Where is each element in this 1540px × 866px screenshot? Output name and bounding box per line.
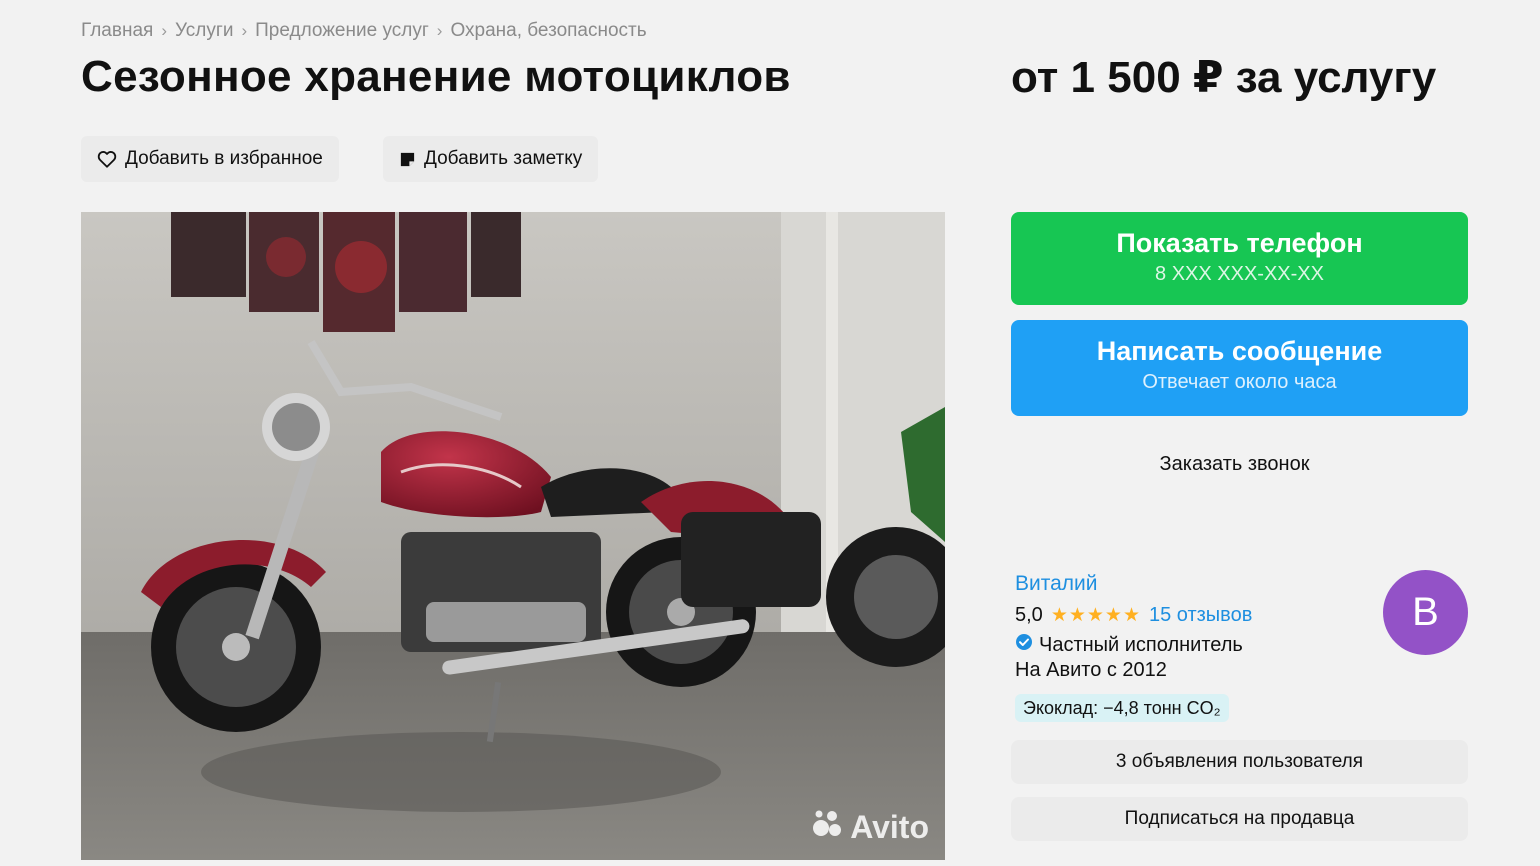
note-icon: [399, 151, 416, 168]
breadcrumb-services[interactable]: Услуги: [175, 20, 233, 42]
motorcycle-photo-image: [81, 212, 945, 860]
breadcrumb-separator: ›: [241, 21, 248, 40]
breadcrumb-service-offers[interactable]: Предложение услуг: [255, 20, 429, 42]
breadcrumb-security[interactable]: Охрана, безопасность: [450, 20, 646, 42]
masked-phone-number: 8 XXX XXX-XX-XX: [1155, 263, 1324, 285]
add-note-button[interactable]: Добавить заметку: [383, 136, 599, 182]
response-time-label: Отвечает около часа: [1142, 371, 1337, 393]
breadcrumb: Главная › Услуги › Предложение услуг › О…: [81, 20, 647, 42]
rating-value: 5,0: [1015, 604, 1043, 626]
seller-name-link[interactable]: Виталий: [1015, 572, 1098, 596]
add-note-label: Добавить заметку: [424, 148, 583, 169]
subscribe-seller-button[interactable]: Подписаться на продавца: [1011, 797, 1468, 841]
request-callback-button[interactable]: Заказать звонок: [1011, 453, 1458, 476]
breadcrumb-separator: ›: [436, 21, 443, 40]
listing-photo[interactable]: Avito: [81, 212, 945, 860]
show-phone-button[interactable]: Показать телефон 8 XXX XXX-XX-XX: [1011, 212, 1468, 305]
avito-watermark: Avito: [810, 808, 929, 846]
write-message-label: Написать сообщение: [1096, 336, 1383, 366]
seller-type-label: Частный исполнитель: [1039, 633, 1243, 656]
seller-since: На Авито с 2012: [1015, 659, 1167, 681]
avito-logo-icon: [810, 808, 844, 846]
heart-icon: [97, 150, 117, 168]
show-phone-label: Показать телефон: [1116, 228, 1363, 258]
seller-type: Частный исполнитель: [1015, 633, 1243, 657]
rating-stars-icon: ★★★★★: [1050, 605, 1141, 626]
price: от 1 500 ₽ за услугу: [1011, 53, 1437, 102]
seller-rating: 5,0 ★★★★★ 15 отзывов: [1015, 604, 1252, 627]
verified-badge-icon: [1015, 633, 1033, 657]
eco-contribution-badge[interactable]: Экоклад: −4,8 тонн CO₂: [1015, 694, 1229, 722]
page-title: Сезонное хранение мотоциклов: [81, 52, 791, 101]
reviews-link[interactable]: 15 отзывов: [1149, 604, 1252, 627]
breadcrumb-home[interactable]: Главная: [81, 20, 153, 42]
breadcrumb-separator: ›: [161, 21, 167, 40]
add-to-favorites-button[interactable]: Добавить в избранное: [81, 136, 339, 182]
avito-watermark-text: Avito: [850, 808, 929, 845]
seller-avatar[interactable]: В: [1383, 570, 1468, 655]
write-message-button[interactable]: Написать сообщение Отвечает около часа: [1011, 320, 1468, 416]
listing-page: Главная › Услуги › Предложение услуг › О…: [0, 0, 1540, 866]
seller-ads-button[interactable]: 3 объявления пользователя: [1011, 740, 1468, 784]
add-to-favorites-label: Добавить в избранное: [125, 148, 323, 169]
